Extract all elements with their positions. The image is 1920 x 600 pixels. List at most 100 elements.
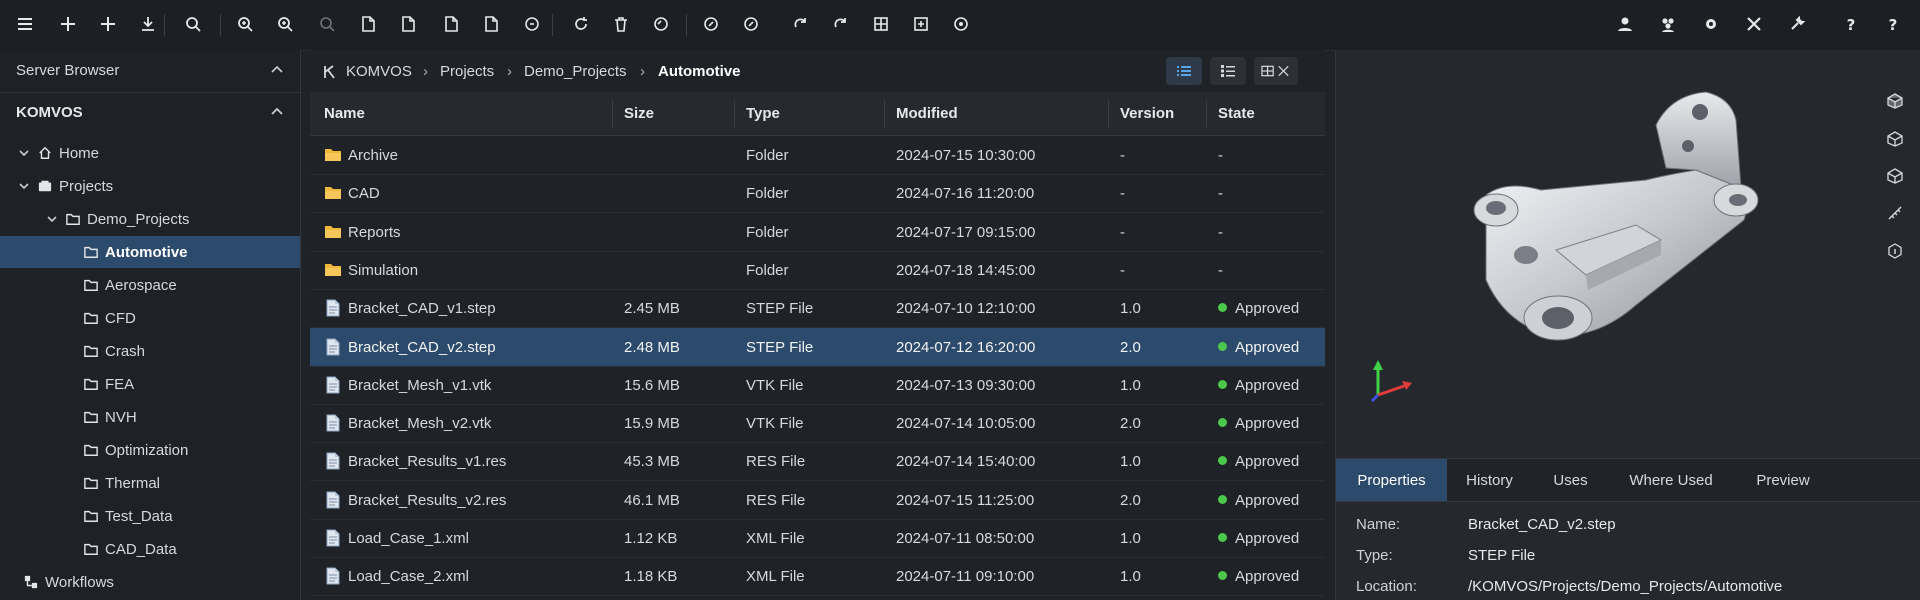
section-title: KOMVOS: [16, 104, 83, 121]
table-row[interactable]: Reports Folder 2024-07-17 09:15:00 - -: [310, 213, 1325, 252]
tree-item-workflows[interactable]: Workflows: [0, 566, 300, 598]
zoom-in-icon[interactable]: [272, 11, 298, 37]
undo-icon[interactable]: [648, 11, 674, 37]
redo-icon[interactable]: [828, 11, 854, 37]
chevron-down-icon[interactable]: [46, 213, 58, 225]
plus-icon[interactable]: [95, 11, 121, 37]
link-icon[interactable]: [738, 11, 764, 37]
breadcrumb-item[interactable]: Demo_Projects: [524, 63, 627, 80]
users-icon[interactable]: [1655, 11, 1681, 37]
document-icon[interactable]: [395, 11, 421, 37]
grid-view-button[interactable]: [1254, 57, 1298, 85]
table-row[interactable]: Bracket_Mesh_v1.vtk 15.6 MB VTK File 2024-0…: [310, 366, 1325, 405]
tree-item-label: CFD: [105, 309, 136, 327]
tree-item-aerospace[interactable]: Aerospace: [0, 269, 300, 301]
redo-icon[interactable]: [788, 11, 814, 37]
shaded-cube-icon[interactable]: [1884, 165, 1906, 187]
column-header-modified[interactable]: Modified: [896, 105, 958, 122]
table-row[interactable]: Bracket_CAD_v1.step 2.45 MB STEP File 2024-…: [310, 289, 1325, 329]
tree-item-crash[interactable]: Crash: [0, 335, 300, 367]
detail-view-button[interactable]: [1210, 57, 1246, 85]
tree-item-test_data[interactable]: Test_Data: [0, 500, 300, 532]
plus-icon[interactable]: [55, 11, 81, 37]
chevron-down-icon[interactable]: [18, 180, 30, 192]
tree-item-fea[interactable]: FEA: [0, 368, 300, 400]
column-divider[interactable]: [884, 100, 885, 127]
folder-icon: [84, 311, 98, 325]
column-header-name[interactable]: Name: [324, 105, 365, 122]
gear-icon[interactable]: [1698, 11, 1724, 37]
table-row[interactable]: Bracket_Results_v1.res 45.3 MB RES File 202…: [310, 442, 1325, 482]
tab-properties[interactable]: Properties: [1336, 459, 1447, 501]
tab-history[interactable]: History: [1447, 459, 1532, 501]
table-row[interactable]: CAD Folder 2024-07-16 11:20:00 - -: [310, 174, 1325, 214]
refresh-icon[interactable]: [568, 11, 594, 37]
table-row[interactable]: Bracket_Results_v2.res 46.1 MB RES File 202…: [310, 481, 1325, 520]
column-divider[interactable]: [612, 100, 613, 127]
chevron-up-icon[interactable]: [270, 105, 284, 119]
tree-item-projects[interactable]: Projects: [0, 170, 300, 202]
document-icon[interactable]: [355, 11, 381, 37]
table-row[interactable]: Bracket_CAD_v2.step 2.48 MB STEP File 2024-…: [310, 327, 1325, 367]
breadcrumb-item[interactable]: Automotive: [658, 63, 741, 80]
tree-item-thermal[interactable]: Thermal: [0, 467, 300, 499]
user-icon[interactable]: [1612, 11, 1638, 37]
tab-uses[interactable]: Uses: [1532, 459, 1609, 501]
cell-version: -: [1120, 223, 1125, 241]
help-icon[interactable]: ?: [1838, 11, 1864, 37]
folder-icon: [84, 278, 98, 292]
document-icon[interactable]: [478, 11, 504, 37]
column-divider[interactable]: [734, 100, 735, 127]
collapse-chevron-icon[interactable]: [270, 63, 284, 77]
tree-item-nvh[interactable]: NVH: [0, 401, 300, 433]
trash-icon[interactable]: [608, 11, 634, 37]
document-icon[interactable]: [438, 11, 464, 37]
status-label: Approved: [1235, 376, 1300, 394]
breadcrumb-item[interactable]: Projects: [440, 63, 494, 80]
zoom-in-icon[interactable]: [232, 11, 258, 37]
komvos-section-header[interactable]: KOMVOS: [0, 92, 300, 132]
list-view-button[interactable]: [1166, 57, 1202, 85]
status-badge: Approved: [1218, 568, 1299, 585]
tree-item-demo_projects[interactable]: Demo_Projects: [0, 203, 300, 235]
wrench-icon[interactable]: [1784, 11, 1810, 37]
info-hex-icon[interactable]: [1884, 240, 1906, 262]
table-row[interactable]: Load_Case_1.xml 1.12 KB XML File 2024-07-11…: [310, 519, 1325, 558]
zoom-icon[interactable]: [314, 11, 340, 37]
tools-icon[interactable]: [1741, 11, 1767, 37]
column-header-size[interactable]: Size: [624, 105, 654, 122]
measure-icon[interactable]: [1884, 202, 1906, 224]
settings-icon[interactable]: [948, 11, 974, 37]
help-icon[interactable]: ?: [1880, 11, 1906, 37]
export-icon[interactable]: [908, 11, 934, 37]
breadcrumb-item[interactable]: KOMVOS: [346, 63, 412, 80]
grid-icon[interactable]: [868, 11, 894, 37]
column-divider[interactable]: [1108, 100, 1109, 127]
tree-item-label: Aerospace: [105, 276, 177, 294]
view-cube-icon[interactable]: [1884, 90, 1906, 112]
tab-where-used[interactable]: Where Used: [1609, 459, 1733, 501]
column-header-version[interactable]: Version: [1120, 105, 1174, 122]
column-header-state[interactable]: State: [1218, 105, 1255, 122]
tree-item-cad_data[interactable]: CAD_Data: [0, 533, 300, 565]
tab-preview[interactable]: Preview: [1733, 459, 1833, 501]
table-row[interactable]: Archive Folder 2024-07-15 10:30:00 - -: [310, 136, 1325, 175]
cycle-icon[interactable]: [519, 11, 545, 37]
wireframe-cube-icon[interactable]: [1884, 128, 1906, 150]
tree-item-automotive[interactable]: Automotive: [0, 236, 300, 268]
table-row[interactable]: Load_Case_2.xml 1.18 KB XML File 2024-07-11…: [310, 557, 1325, 597]
tree-item-optimization[interactable]: Optimization: [0, 434, 300, 466]
column-header-type[interactable]: Type: [746, 105, 780, 122]
download-icon[interactable]: [135, 11, 161, 37]
search-icon[interactable]: [180, 11, 206, 37]
table-row[interactable]: Bracket_Mesh_v2.vtk 15.9 MB VTK File 2024-0…: [310, 404, 1325, 444]
table-row[interactable]: Simulation Folder 2024-07-18 14:45:00 - -: [310, 251, 1325, 290]
tree-item-home[interactable]: Home: [0, 137, 300, 169]
bracket-3d-model: [1370, 91, 1759, 403]
link-icon[interactable]: [698, 11, 724, 37]
column-divider[interactable]: [1206, 100, 1207, 127]
menu-icon[interactable]: [12, 11, 38, 37]
chevron-down-icon[interactable]: [18, 147, 30, 159]
3d-viewport[interactable]: [1336, 50, 1920, 450]
tree-item-cfd[interactable]: CFD: [0, 302, 300, 334]
